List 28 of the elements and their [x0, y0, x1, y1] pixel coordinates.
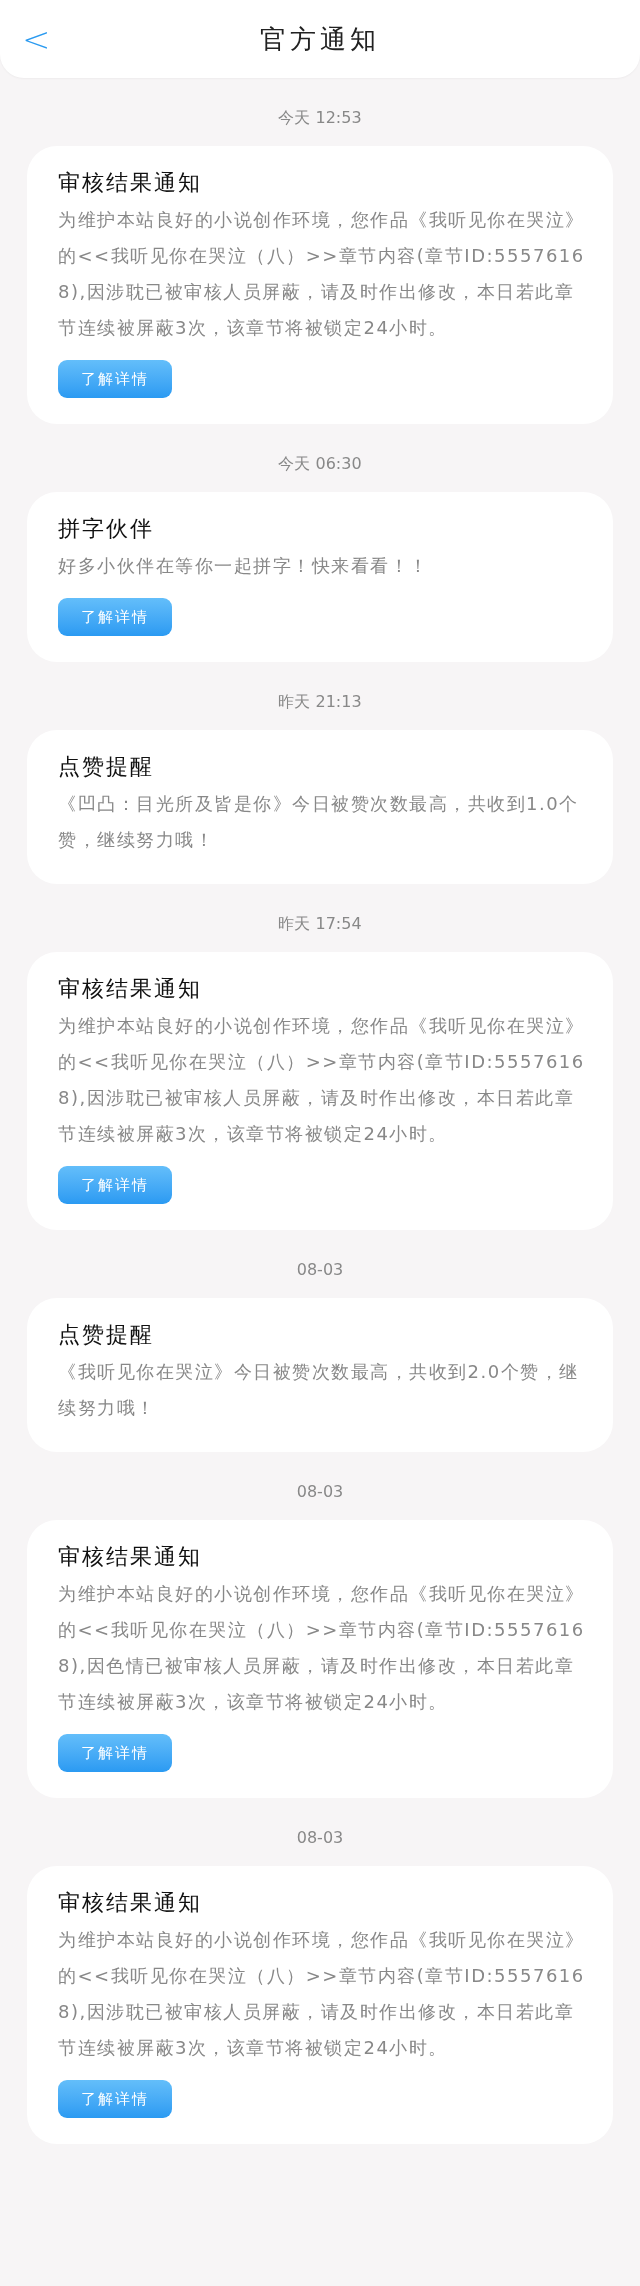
notice-body: 好多小伙伴在等你一起拼字！快来看看！！ [58, 554, 429, 578]
notice-body: 《我听见你在哭泣》今日被赞次数最高，共收到2.0个赞，继续努力哦！ [58, 1360, 580, 1420]
timestamp: 今天 12:53 [278, 108, 362, 128]
timestamp: 08-03 [296, 1828, 344, 1848]
timestamp: 08-03 [296, 1482, 344, 1502]
notice-body: 为维护本站良好的小说创作环境，您作品《我听见你在哭泣》的<<我听见你在哭泣（八）>>章节内容(章节ID:55576168),因涉耽已被审核人员屏蔽，请及时作出修改，本日若此章节连续被屏蔽3次，该章节将被锁定24小时。 [58, 1014, 585, 1146]
details-button[interactable]: 了解详情 [58, 598, 172, 636]
notice-title: 审核结果通知 [58, 1889, 202, 1917]
notice-title: 点赞提醒 [58, 753, 154, 781]
notice-body: 为维护本站良好的小说创作环境，您作品《我听见你在哭泣》的<<我听见你在哭泣（八）>>章节内容(章节ID:55576168),因涉耽已被审核人员屏蔽，请及时作出修改，本日若此章节连续被屏蔽3次，该章节将被锁定24小时。 [58, 1928, 585, 2060]
details-button[interactable]: 了解详情 [58, 1166, 172, 1204]
notice-title: 点赞提醒 [58, 1321, 154, 1349]
notice-body: 为维护本站良好的小说创作环境，您作品《我听见你在哭泣》的<<我听见你在哭泣（八）>>章节内容(章节ID:55576168),因色情已被审核人员屏蔽，请及时作出修改，本日若此章节连续被屏蔽3次，该章节将被锁定24小时。 [58, 1582, 585, 1714]
notice-title: 审核结果通知 [58, 169, 202, 197]
back-button[interactable]: < [22, 20, 51, 58]
timestamp: 今天 06:30 [278, 454, 362, 474]
details-button[interactable]: 了解详情 [58, 1734, 172, 1772]
notice-title: 审核结果通知 [58, 975, 202, 1003]
notice-body: 为维护本站良好的小说创作环境，您作品《我听见你在哭泣》的<<我听见你在哭泣（八）>>章节内容(章节ID:55576168),因涉耽已被审核人员屏蔽，请及时作出修改，本日若此章节连续被屏蔽3次，该章节将被锁定24小时。 [58, 208, 585, 340]
page-title: 官方通知 [260, 22, 380, 56]
notice-title: 审核结果通知 [58, 1543, 202, 1571]
timestamp: 08-03 [296, 1260, 344, 1280]
notice-body: 《凹凸：目光所及皆是你》今日被赞次数最高，共收到1.0个赞，继续努力哦！ [58, 792, 580, 852]
timestamp: 昨天 17:54 [278, 914, 362, 934]
details-button[interactable]: 了解详情 [58, 2080, 172, 2118]
details-button[interactable]: 了解详情 [58, 360, 172, 398]
timestamp: 昨天 21:13 [278, 692, 362, 712]
notice-title: 拼字伙伴 [58, 515, 154, 543]
